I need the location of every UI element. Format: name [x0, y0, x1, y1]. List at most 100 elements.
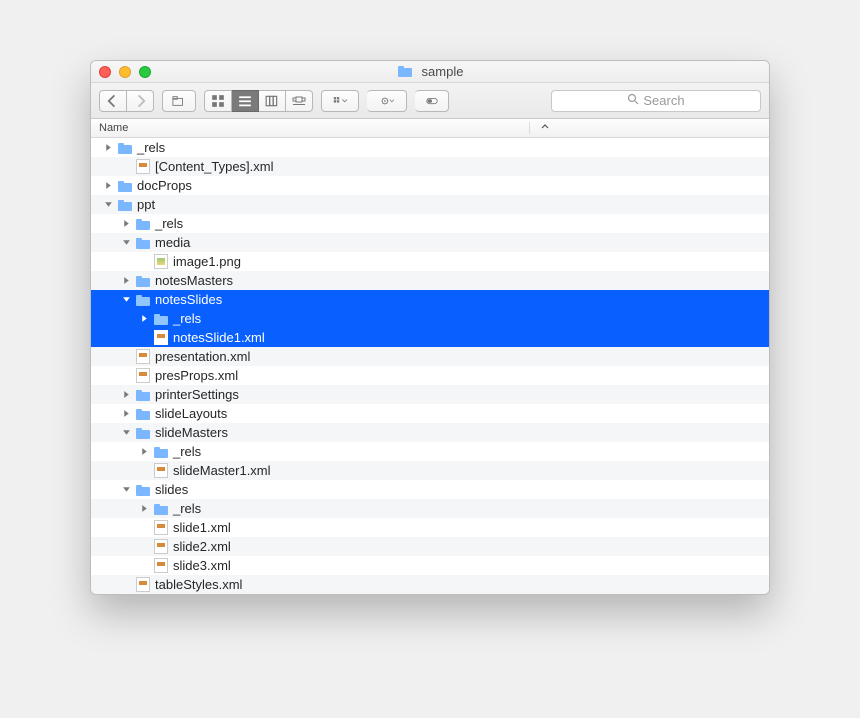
disclosure-triangle [139, 523, 149, 533]
disclosure-triangle[interactable] [139, 504, 149, 514]
folder-row[interactable]: printerSettings [91, 385, 769, 404]
disclosure-triangle[interactable] [121, 219, 131, 229]
item-label: image1.png [173, 254, 241, 269]
disclosure-triangle[interactable] [103, 181, 113, 191]
window-controls [99, 66, 151, 78]
file-row[interactable]: slide3.xml [91, 556, 769, 575]
xml-file-icon [135, 368, 151, 384]
nav-buttons [99, 90, 154, 112]
share-button[interactable] [415, 90, 449, 112]
file-row[interactable]: slideMaster1.xml [91, 461, 769, 480]
disclosure-triangle [121, 352, 131, 362]
disclosure-triangle [121, 580, 131, 590]
xml-file-icon [135, 577, 151, 593]
disclosure-triangle[interactable] [121, 485, 131, 495]
item-label: slide2.xml [173, 539, 231, 554]
file-row[interactable]: notesSlide1.xml [91, 328, 769, 347]
back-button[interactable] [99, 90, 127, 112]
minimize-button[interactable] [119, 66, 131, 78]
folder-row[interactable]: slideMasters [91, 423, 769, 442]
file-row[interactable]: slide1.xml [91, 518, 769, 537]
folder-icon [117, 178, 133, 194]
xml-file-icon [153, 520, 169, 536]
item-label: [Content_Types].xml [155, 159, 274, 174]
item-label: notesSlide1.xml [173, 330, 265, 345]
folder-icon [135, 387, 151, 403]
list-view-button[interactable] [232, 90, 259, 112]
folder-row[interactable]: _rels [91, 138, 769, 157]
column-view-button[interactable] [259, 90, 286, 112]
folder-icon [135, 216, 151, 232]
folder-row[interactable]: _rels [91, 214, 769, 233]
file-row[interactable]: tableStyles.xml [91, 575, 769, 594]
close-button[interactable] [99, 66, 111, 78]
folder-row[interactable]: slideLayouts [91, 404, 769, 423]
xml-file-icon [153, 558, 169, 574]
folder-row[interactable]: notesMasters [91, 271, 769, 290]
disclosure-triangle[interactable] [103, 200, 113, 210]
disclosure-triangle[interactable] [121, 428, 131, 438]
item-label: media [155, 235, 190, 250]
arrange-button[interactable] [321, 90, 359, 112]
item-label: printerSettings [155, 387, 239, 402]
item-label: slideLayouts [155, 406, 227, 421]
file-row[interactable]: slide2.xml [91, 537, 769, 556]
item-label: tableStyles.xml [155, 577, 242, 592]
disclosure-triangle [121, 162, 131, 172]
window-title: sample [91, 64, 769, 80]
file-row[interactable]: image1.png [91, 252, 769, 271]
view-buttons [204, 90, 313, 112]
folder-icon [135, 482, 151, 498]
coverflow-view-button[interactable] [286, 90, 313, 112]
file-list[interactable]: _rels[Content_Types].xmldocPropsppt_rels… [91, 138, 769, 594]
folder-icon [153, 501, 169, 517]
disclosure-triangle[interactable] [121, 409, 131, 419]
file-row[interactable]: [Content_Types].xml [91, 157, 769, 176]
action-button[interactable] [367, 90, 407, 112]
maximize-button[interactable] [139, 66, 151, 78]
disclosure-triangle[interactable] [121, 295, 131, 305]
icon-view-button[interactable] [204, 90, 232, 112]
item-label: _rels [173, 501, 201, 516]
item-label: notesSlides [155, 292, 222, 307]
disclosure-triangle[interactable] [139, 447, 149, 457]
sort-indicator[interactable] [529, 122, 559, 134]
folder-row[interactable]: _rels [91, 309, 769, 328]
item-label: _rels [137, 140, 165, 155]
folder-row[interactable]: _rels [91, 442, 769, 461]
folder-icon [117, 140, 133, 156]
item-label: _rels [173, 311, 201, 326]
folder-icon [135, 292, 151, 308]
disclosure-triangle[interactable] [103, 143, 113, 153]
folder-row[interactable]: docProps [91, 176, 769, 195]
item-label: slideMaster1.xml [173, 463, 271, 478]
file-row[interactable]: presProps.xml [91, 366, 769, 385]
folder-icon [135, 273, 151, 289]
title-text: sample [422, 64, 464, 79]
disclosure-triangle[interactable] [121, 238, 131, 248]
folder-row[interactable]: media [91, 233, 769, 252]
disclosure-triangle[interactable] [139, 314, 149, 324]
folder-icon [153, 444, 169, 460]
disclosure-triangle[interactable] [121, 390, 131, 400]
item-label: slideMasters [155, 425, 228, 440]
file-row[interactable]: presentation.xml [91, 347, 769, 366]
folder-icon [135, 425, 151, 441]
folder-icon [117, 197, 133, 213]
path-button[interactable] [162, 90, 196, 112]
name-column[interactable]: Name [91, 122, 529, 134]
forward-button[interactable] [127, 90, 154, 112]
folder-row[interactable]: slides [91, 480, 769, 499]
item-label: _rels [173, 444, 201, 459]
folder-icon [135, 406, 151, 422]
column-header[interactable]: Name [91, 119, 769, 138]
folder-row[interactable]: notesSlides [91, 290, 769, 309]
disclosure-triangle [139, 466, 149, 476]
search-icon [627, 93, 639, 108]
folder-row[interactable]: ppt [91, 195, 769, 214]
folder-row[interactable]: _rels [91, 499, 769, 518]
titlebar[interactable]: sample [91, 61, 769, 83]
xml-file-icon [135, 349, 151, 365]
disclosure-triangle[interactable] [121, 276, 131, 286]
search-field[interactable]: Search [551, 90, 761, 112]
